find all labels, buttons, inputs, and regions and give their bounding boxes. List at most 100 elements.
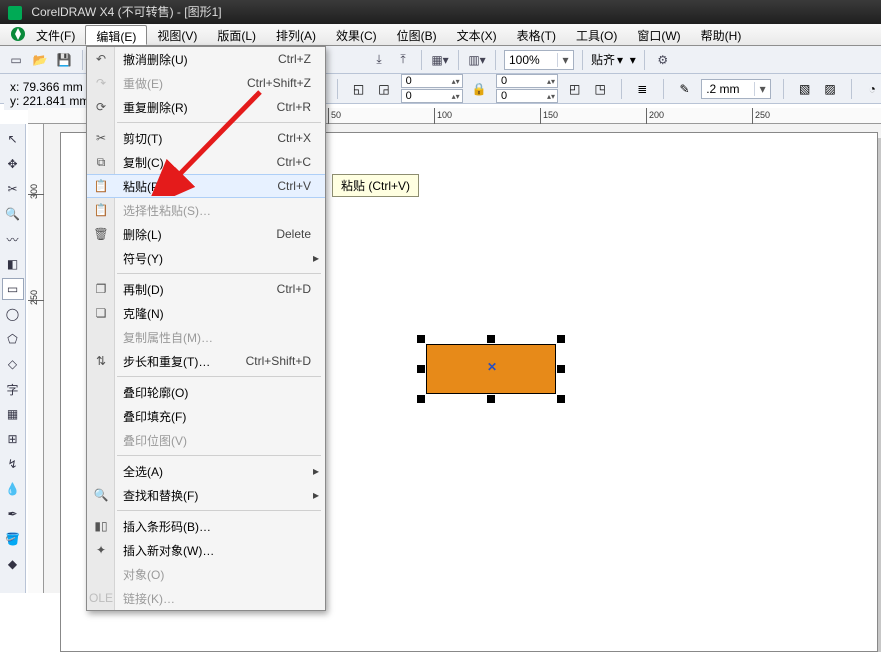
menu-item-shortcut: Ctrl+Shift+D — [246, 354, 325, 368]
freehand-tool-icon[interactable]: 〰 — [2, 228, 24, 250]
resize-handle-sw[interactable] — [417, 395, 425, 403]
menu-item-label: 叠印轮廓(O) — [115, 384, 325, 401]
menu-item-插入新对象[interactable]: ✦插入新对象(W)… — [87, 538, 325, 562]
menu-排列[interactable]: 排列(A) — [266, 24, 326, 45]
corner-roundness-icon[interactable]: ◲ — [375, 78, 392, 100]
resize-handle-ne[interactable] — [557, 335, 565, 343]
menu-表格[interactable]: 表格(T) — [507, 24, 566, 45]
menu-编辑[interactable]: 编辑(E) — [85, 25, 147, 45]
rectangle-tool-icon[interactable]: ▭ — [2, 278, 24, 300]
to-front-icon[interactable]: ▧ — [796, 78, 813, 100]
toolbar-separator — [495, 50, 496, 70]
resize-handle-se[interactable] — [557, 395, 565, 403]
to-back-icon[interactable]: ▨ — [821, 78, 838, 100]
text-tool-icon[interactable]: 字 — [2, 378, 24, 400]
dimension-tool-icon[interactable]: ⊞ — [2, 428, 24, 450]
menu-文本[interactable]: 文本(X) — [447, 24, 507, 45]
lock-corners-icon[interactable]: 🔒 — [471, 78, 488, 100]
undo-icon: ↶ — [87, 52, 115, 66]
menu-视图[interactable]: 视图(V) — [147, 24, 207, 45]
menu-item-shortcut: Delete — [276, 227, 325, 241]
outline-width-combo[interactable]: ▾ — [701, 79, 771, 99]
outline-pen-icon[interactable]: ✎ — [676, 78, 693, 100]
snap-to-dropdown[interactable]: 贴齐 ▾ ▾ — [591, 51, 636, 68]
menu-item-label: 步长和重复(T)… — [115, 353, 246, 370]
app-icon — [8, 6, 22, 20]
menu-item-查找和替换[interactable]: 🔍查找和替换(F)▸ — [87, 483, 325, 507]
export-icon[interactable]: ⤒ — [393, 50, 413, 70]
ellipse-tool-icon[interactable]: ◯ — [2, 303, 24, 325]
welcome-screen-icon[interactable]: ▥▾ — [467, 50, 487, 70]
center-marker-icon: ✕ — [487, 360, 497, 374]
polygon-tool-icon[interactable]: ⬠ — [2, 328, 24, 350]
menu-文件[interactable]: 文件(F) — [26, 24, 85, 45]
menu-item-步长和重复[interactable]: ⇅步长和重复(T)…Ctrl+Shift+D — [87, 349, 325, 373]
redo-icon: ↷ — [87, 76, 115, 90]
menu-item-label: 叠印位图(V) — [115, 432, 325, 449]
menu-item-shortcut: Ctrl+Z — [278, 52, 325, 66]
save-file-icon[interactable]: 💾 — [54, 50, 74, 70]
shape-tool-icon[interactable]: ✥ — [2, 153, 24, 175]
menu-效果[interactable]: 效果(C) — [326, 24, 387, 45]
menu-item-删除[interactable]: 🗑删除(L)Delete — [87, 222, 325, 246]
resize-handle-e[interactable] — [557, 365, 565, 373]
zoom-input[interactable] — [505, 53, 557, 67]
barcode-icon: ▮▯ — [87, 519, 115, 533]
new-file-icon[interactable]: ▭ — [6, 50, 26, 70]
pastespecial-icon: 📋 — [87, 203, 115, 217]
outline-tool-icon[interactable]: ✒ — [2, 503, 24, 525]
menu-窗口[interactable]: 窗口(W) — [627, 24, 690, 45]
basic-shapes-icon[interactable]: ◇ — [2, 353, 24, 375]
import-icon[interactable]: ⤓ — [369, 50, 389, 70]
smart-fill-icon[interactable]: ◧ — [2, 253, 24, 275]
toolbar-separator — [582, 50, 583, 70]
menu-item-label: 插入条形码(B)… — [115, 518, 325, 535]
submenu-arrow-icon: ▸ — [313, 251, 319, 265]
menu-帮助[interactable]: 帮助(H) — [691, 24, 752, 45]
resize-handle-s[interactable] — [487, 395, 495, 403]
menu-item-label: 再制(D) — [115, 281, 277, 298]
resize-handle-n[interactable] — [487, 335, 495, 343]
menu-位图[interactable]: 位图(B) — [387, 24, 447, 45]
menu-item-撤消删除[interactable]: ↶撤消删除(U)Ctrl+Z — [87, 47, 325, 71]
interactive-fill-icon[interactable]: ◆ — [2, 553, 24, 575]
menu-工具[interactable]: 工具(O) — [566, 24, 627, 45]
vertical-ruler: 300250 — [28, 124, 44, 593]
menu-item-shortcut: Ctrl+V — [277, 179, 325, 193]
eyedropper-tool-icon[interactable]: 💧 — [2, 478, 24, 500]
menu-item-叠印轮廓[interactable]: 叠印轮廓(O) — [87, 380, 325, 404]
menu-item-再制[interactable]: ❐再制(D)Ctrl+D — [87, 277, 325, 301]
chevron-down-icon[interactable]: ▾ — [557, 53, 573, 67]
app-logo-icon[interactable] — [6, 24, 26, 45]
menu-item-label: 链接(K)… — [115, 590, 325, 607]
menu-item-克隆[interactable]: ❏克隆(N) — [87, 301, 325, 325]
open-file-icon[interactable]: 📂 — [30, 50, 50, 70]
resize-handle-w[interactable] — [417, 365, 425, 373]
menu-item-叠印填充[interactable]: 叠印填充(F) — [87, 404, 325, 428]
menu-item-插入条形码[interactable]: ▮▯插入条形码(B)… — [87, 514, 325, 538]
crop-tool-icon[interactable]: ✂ — [2, 178, 24, 200]
convert-curves-icon[interactable]: ◔ — [864, 78, 881, 100]
menu-item-全选[interactable]: 全选(A)▸ — [87, 459, 325, 483]
zoom-tool-icon[interactable]: 🔍 — [2, 203, 24, 225]
cut-icon: ✂ — [87, 131, 115, 145]
resize-handle-nw[interactable] — [417, 335, 425, 343]
chevron-down-icon[interactable]: ▾ — [754, 82, 770, 96]
corner-roundness-icon[interactable]: ◰ — [566, 78, 583, 100]
pick-tool-icon[interactable]: ↖ — [2, 128, 24, 150]
connector-tool-icon[interactable]: ↯ — [2, 453, 24, 475]
table-tool-icon[interactable]: ▦ — [2, 403, 24, 425]
corner-roundness-icon[interactable]: ◱ — [350, 78, 367, 100]
options-icon[interactable]: ⚙ — [653, 50, 673, 70]
fill-tool-icon[interactable]: 🪣 — [2, 528, 24, 550]
snap-label: 贴齐 — [591, 51, 615, 68]
menu-版面[interactable]: 版面(L) — [207, 24, 266, 45]
menubar: 文件(F)编辑(E)视图(V)版面(L)排列(A)效果(C)位图(B)文本(X)… — [0, 24, 881, 46]
app-launcher-icon[interactable]: ▦▾ — [430, 50, 450, 70]
wrap-text-icon[interactable]: ≣ — [634, 78, 651, 100]
zoom-combo[interactable]: ▾ — [504, 50, 574, 70]
menu-item-符号[interactable]: 符号(Y)▸ — [87, 246, 325, 270]
paste-icon: 📋 — [87, 179, 115, 193]
menu-item-label: 全选(A) — [115, 463, 325, 480]
corner-roundness-icon[interactable]: ◳ — [591, 78, 608, 100]
